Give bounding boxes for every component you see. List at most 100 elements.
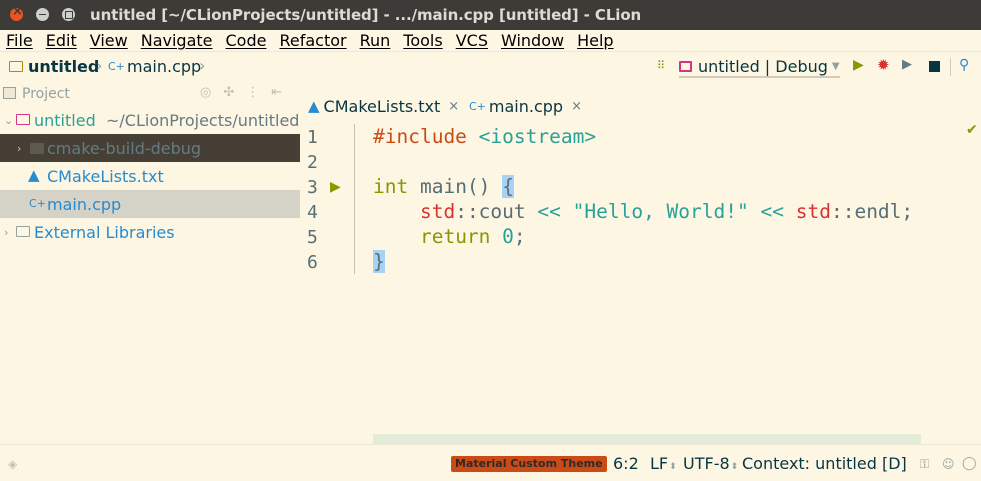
menu-bar: File Edit View Navigate Code Refactor Ru… [0, 30, 981, 52]
code-token: <iostream> [478, 125, 597, 148]
tab-cmakelists[interactable]: ▲ CMakeLists.txt × [308, 92, 459, 120]
close-icon[interactable]: × [448, 99, 459, 114]
run-config-label: untitled | Debug [698, 56, 828, 76]
tab-label: CMakeLists.txt [323, 96, 441, 116]
tree-item-label: External Libraries [34, 222, 175, 242]
search-icon[interactable]: ⚲ [959, 57, 969, 73]
code-token: << [760, 200, 784, 223]
build-grid-icon[interactable]: ⠿ [657, 60, 669, 72]
tree-item-cmake-build-debug[interactable]: › cmake-build-debug [0, 134, 300, 162]
chevron-updown-icon: ⬍ [669, 462, 677, 472]
project-panel-title[interactable]: Project [22, 86, 70, 102]
chevron-right-icon[interactable]: › [17, 142, 21, 155]
code-line: #include <iostream> [373, 125, 596, 148]
cpp-file-icon: C+ [29, 197, 46, 210]
title-bar: untitled [~/CLionProjects/untitled] - ..… [0, 0, 981, 30]
close-window-button[interactable] [10, 4, 23, 21]
code-token: #include [373, 125, 467, 148]
menu-edit[interactable]: Edit [46, 31, 77, 50]
lock-icon[interactable]: ⚿ [920, 457, 929, 472]
menu-run[interactable]: Run [360, 31, 391, 50]
breadcrumb-project[interactable]: untitled [28, 57, 99, 76]
code-token: int [373, 175, 409, 198]
debug-bug-icon[interactable]: ✹ [877, 56, 890, 74]
menu-navigate[interactable]: Navigate [141, 31, 213, 50]
stop-icon[interactable] [929, 61, 940, 72]
code-line: int main() { [373, 175, 514, 198]
breadcrumb-file[interactable]: main.cpp [127, 57, 201, 76]
encoding-label: UTF-8 [683, 454, 730, 473]
code-token: { [502, 175, 514, 198]
code-token: std [795, 200, 831, 223]
inspector-person-icon[interactable]: ☺ [942, 457, 955, 471]
menu-code[interactable]: Code [226, 31, 267, 50]
event-log-icon[interactable]: ◯ [962, 456, 977, 471]
theme-badge[interactable]: Material Custom Theme [451, 456, 607, 472]
line-number: 4 [307, 202, 318, 223]
code-token: return [419, 225, 491, 248]
horizontal-scrollbar[interactable] [373, 434, 921, 444]
tree-item-external-libraries[interactable]: › External Libraries [0, 218, 300, 246]
menu-file[interactable]: File [6, 31, 33, 50]
run-config-icon [679, 60, 692, 72]
line-number: 6 [307, 252, 318, 273]
cpp-file-icon: C+ [108, 60, 125, 73]
menu-refactor[interactable]: Refactor [279, 31, 346, 50]
encoding-selector[interactable]: UTF-8⬍ [683, 454, 738, 473]
project-panel-icon [3, 87, 16, 99]
tab-main-cpp[interactable]: C+ main.cpp × [469, 92, 582, 120]
library-icon [16, 226, 30, 237]
menu-view[interactable]: View [90, 31, 128, 50]
run-with-coverage-icon[interactable]: ▶ [902, 57, 912, 72]
maximize-window-button[interactable] [62, 8, 75, 21]
gutter-divider [354, 124, 355, 274]
code-token: main() [419, 175, 491, 198]
menu-tools[interactable]: Tools [403, 31, 442, 50]
navigation-bar: untitled › C+ main.cpp › ⠿ untitled | De… [0, 52, 981, 82]
cursor-position[interactable]: 6:2 [613, 454, 639, 473]
window-title: untitled [~/CLionProjects/untitled] - ..… [90, 6, 642, 24]
code-editor[interactable]: 1 2 3 4 5 6 ▶ ✔ #include <iostream> int … [300, 122, 981, 444]
close-icon[interactable]: × [571, 99, 582, 114]
line-number: 1 [307, 127, 318, 148]
code-token: ::endl; [830, 200, 914, 223]
tree-root-path: ~/CLionProjects/untitled [106, 110, 300, 130]
breadcrumb-separator: › [96, 56, 103, 75]
module-folder-icon [16, 114, 30, 125]
project-panel-header: Project ◎✣⋮⇤ [0, 82, 300, 106]
run-configuration-selector[interactable]: untitled | Debug ▼ [679, 56, 840, 78]
project-folder-icon [9, 61, 23, 72]
context-selector[interactable]: Context: untitled [D] [742, 454, 907, 473]
tree-item-cmakelists[interactable]: ▲ CMakeLists.txt [0, 162, 300, 190]
code-token: << [537, 200, 561, 223]
code-token: ; [513, 225, 526, 248]
run-gutter-icon[interactable]: ▶ [330, 179, 341, 195]
code-line: return 0; [373, 225, 526, 248]
chevron-right-icon[interactable]: › [4, 226, 8, 239]
tree-item-label: main.cpp [47, 194, 122, 214]
status-bar: ◈ Material Custom Theme 6:2 LF⬍ UTF-8⬍ C… [0, 444, 981, 481]
tree-item-root[interactable]: ⌄ untitled ~/CLionProjects/untitled [0, 106, 300, 134]
tab-label: main.cpp [488, 96, 564, 116]
line-number: 2 [307, 152, 318, 173]
tree-item-label: cmake-build-debug [47, 138, 202, 158]
project-panel-tools-icon[interactable]: ◎✣⋮⇤ [200, 85, 294, 100]
menu-vcs[interactable]: VCS [456, 31, 488, 50]
menu-help[interactable]: Help [577, 31, 613, 50]
tree-item-main-cpp[interactable]: C+ main.cpp [0, 190, 300, 218]
editor-tabs: ▲ CMakeLists.txt × C+ main.cpp × [300, 82, 981, 124]
line-number: 3 [307, 177, 318, 198]
chevron-down-icon[interactable]: ⌄ [4, 114, 13, 127]
minimize-window-button[interactable] [36, 8, 49, 21]
line-separator-selector[interactable]: LF⬍ [650, 454, 677, 473]
cpp-file-icon: C+ [469, 99, 486, 113]
folder-icon [30, 143, 44, 154]
chevron-updown-icon: ⬍ [730, 462, 739, 472]
line-separator-label: LF [650, 454, 669, 473]
run-icon[interactable]: ▶ [853, 57, 864, 73]
code-token: } [373, 250, 385, 273]
menu-window[interactable]: Window [501, 31, 564, 50]
breadcrumb-separator: › [199, 56, 206, 75]
toggle-tool-windows-icon[interactable]: ◈ [8, 457, 17, 471]
cmake-file-icon: ▲ [308, 97, 320, 115]
